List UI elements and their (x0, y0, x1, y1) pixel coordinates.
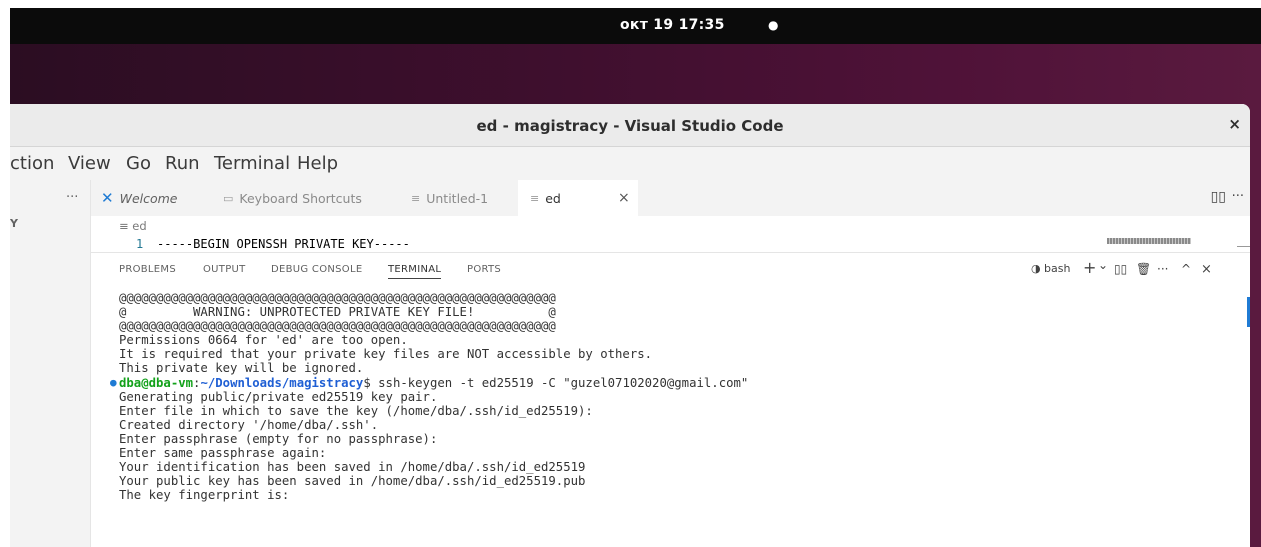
command-decoration-icon[interactable]: ● (110, 376, 117, 390)
side-bar: ··· Y (10, 180, 91, 547)
more-actions-icon[interactable]: ··· (66, 190, 78, 205)
tab-terminal[interactable]: TERMINAL (388, 264, 442, 279)
prompt-path: ~/Downloads/magistracy (200, 375, 364, 390)
editor-scrollbar[interactable] (1237, 236, 1250, 247)
terminal-scrollbar[interactable] (1247, 297, 1250, 327)
tab-ports[interactable]: PORTS (467, 264, 501, 275)
close-icon[interactable]: × (618, 190, 630, 206)
tab-label: ed (545, 190, 561, 206)
window-title: ed - magistracy - Visual Studio Code (476, 117, 784, 135)
clock[interactable]: окт 19 17:35 (620, 17, 725, 33)
editor-area[interactable]: ≡ ed 1 -----BEGIN OPENSSH PRIVATE KEY---… (91, 216, 1250, 252)
terminal-line: Enter same passphrase again: (119, 446, 327, 461)
tab-label: Welcome (119, 190, 178, 206)
terminal-line: Enter file in which to save the key (/ho… (119, 403, 593, 418)
bash-terminal-icon[interactable]: ◑ (1031, 262, 1041, 275)
terminal-output[interactable]: @@@@@@@@@@@@@@@@@@@@@@@@@@@@@@@@@@@@@@@@… (110, 291, 1229, 547)
lines-icon: ≡ (530, 191, 540, 205)
tab-output[interactable]: OUTPUT (203, 264, 246, 275)
new-terminal-icon[interactable]: + (1083, 258, 1096, 277)
terminal-line: Your public key has been saved in /home/… (119, 474, 586, 489)
system-top-bar: окт 19 17:35 ● (10, 8, 1261, 44)
split-editor-icon[interactable]: ▯▯ (1211, 189, 1226, 205)
more-actions-icon[interactable]: ··· (1232, 189, 1244, 204)
more-actions-icon[interactable]: ··· (1157, 262, 1168, 276)
minimap[interactable] (1107, 238, 1191, 244)
terminal-line: Generating public/private ed25519 key pa… (119, 389, 438, 404)
title-bar[interactable]: ed - magistracy - Visual Studio Code × (10, 104, 1250, 147)
terminal-line: The key fingerprint is: (119, 488, 290, 503)
tab-debug-console[interactable]: DEBUG CONSOLE (271, 264, 362, 275)
close-panel-icon[interactable]: × (1201, 262, 1212, 277)
terminal-line: Enter passphrase (empty for no passphras… (119, 431, 438, 446)
editor-tab-bar: ✕ Welcome ▭ Keyboard Shortcuts ≡ Untitle… (91, 180, 1250, 216)
notification-dot-icon: ● (768, 18, 779, 32)
tab-problems[interactable]: PROBLEMS (119, 264, 176, 275)
vscode-window: ed - magistracy - Visual Studio Code × c… (10, 104, 1250, 547)
menu-view[interactable]: View (68, 153, 111, 174)
shell-label[interactable]: bash (1044, 262, 1070, 275)
sidebar-section-header: Y (10, 217, 18, 230)
trash-icon[interactable]: 🗑 (1136, 262, 1151, 276)
terminal-line: @ WARNING: UNPROTECTED PRIVATE KEY FILE!… (119, 305, 556, 320)
tab-keyboard-shortcuts[interactable]: ▭ Keyboard Shortcuts (223, 180, 383, 216)
terminal-line: It is required that your private key fil… (119, 347, 653, 362)
bottom-panel: PROBLEMS OUTPUT DEBUG CONSOLE TERMINAL P… (91, 252, 1250, 547)
menu-bar: ction View Go Run Terminal Help (10, 147, 1250, 180)
tab-untitled-1[interactable]: ≡ Untitled-1 (411, 180, 511, 216)
window-close-button[interactable]: × (1228, 115, 1241, 133)
terminal-line: Your identification has been saved in /h… (119, 460, 586, 475)
vscode-logo-icon: ✕ (101, 189, 114, 207)
menu-run[interactable]: Run (165, 153, 200, 174)
keyboard-icon: ▭ (223, 191, 234, 205)
code-line[interactable]: -----BEGIN OPENSSH PRIVATE KEY----- (157, 237, 410, 251)
tab-welcome[interactable]: ✕ Welcome (101, 180, 213, 216)
breadcrumb[interactable]: ≡ ed (119, 219, 147, 233)
menu-help[interactable]: Help (297, 153, 338, 174)
terminal-line: This private key will be ignored. (119, 361, 364, 376)
menu-terminal[interactable]: Terminal (214, 153, 290, 174)
terminal-line: @@@@@@@@@@@@@@@@@@@@@@@@@@@@@@@@@@@@@@@@… (119, 319, 556, 334)
terminal-line: Created directory '/home/dba/.ssh'. (119, 417, 379, 432)
prompt-command: $ ssh-keygen -t ed25519 -C "guzel0710202… (363, 375, 749, 390)
lines-icon: ≡ (411, 191, 421, 205)
maximize-panel-icon[interactable]: ^ (1181, 262, 1191, 276)
menu-selection[interactable]: ction (10, 153, 54, 174)
tab-label: Untitled-1 (426, 190, 489, 206)
terminal-line: Permissions 0664 for 'ed' are too open. (119, 333, 408, 348)
prompt-user: dba@dba-vm (119, 375, 194, 390)
split-terminal-icon[interactable]: ▯▯ (1114, 262, 1127, 276)
line-number: 1 (136, 237, 144, 251)
terminal-line: @@@@@@@@@@@@@@@@@@@@@@@@@@@@@@@@@@@@@@@@… (119, 291, 556, 305)
menu-go[interactable]: Go (126, 153, 151, 174)
terminal-prompt-line: ● dba@dba-vm:~/Downloads/magistracy$ ssh-… (110, 375, 1229, 390)
tab-label: Keyboard Shortcuts (239, 190, 362, 206)
chevron-down-icon[interactable]: ⌄ (1098, 258, 1108, 272)
